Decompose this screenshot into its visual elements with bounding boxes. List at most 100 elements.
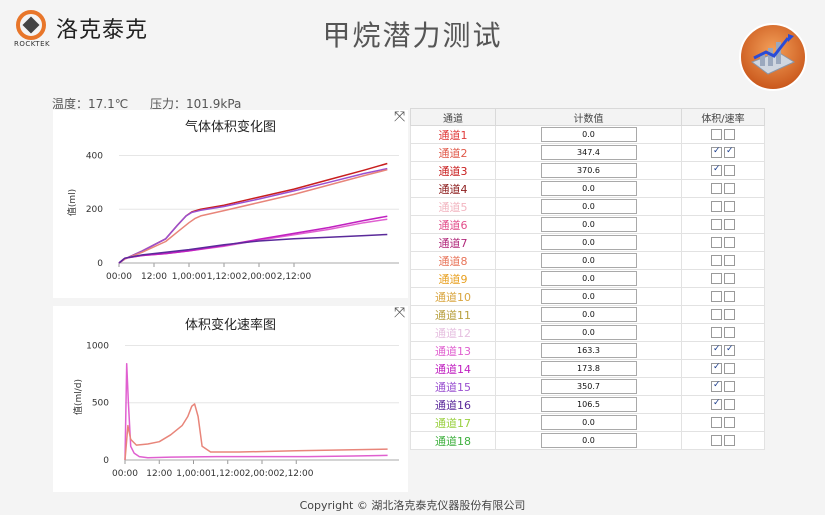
- table-row: 通道9 0.0: [410, 269, 765, 288]
- expand-volume-chart-icon[interactable]: ⤧: [394, 110, 405, 124]
- volume-checkbox[interactable]: [711, 362, 722, 374]
- count-value-field[interactable]: 0.0: [540, 217, 637, 232]
- volume-checkbox[interactable]: [711, 308, 722, 320]
- rate-checkbox[interactable]: [724, 182, 735, 194]
- count-value-field[interactable]: 173.8: [540, 361, 637, 376]
- x-tick-label: 2,12:00: [277, 272, 312, 282]
- table-row: 通道18 0.0: [410, 431, 765, 450]
- rate-checkbox[interactable]: [724, 272, 735, 284]
- rate-checkbox[interactable]: [724, 308, 735, 320]
- channel-name: 通道10: [410, 287, 496, 306]
- volume-checkbox[interactable]: [711, 146, 722, 158]
- x-tick-label: 00:00: [106, 272, 132, 282]
- count-value-field[interactable]: 370.6: [540, 163, 637, 178]
- table-row: 通道6 0.0: [410, 215, 765, 234]
- count-value-field[interactable]: 106.5: [540, 397, 637, 412]
- rate-checkbox[interactable]: [724, 236, 735, 248]
- y-axis-label: 值(ml): [66, 189, 78, 216]
- series-line-1: [118, 167, 388, 264]
- count-value-field[interactable]: 0.0: [540, 271, 637, 286]
- channel-table: 通道 计数值 体积/速率 通道1 0.0 通道2 347.4 通道3 370.6 通道4 0.…: [410, 108, 765, 450]
- count-value-field[interactable]: 0.0: [540, 415, 637, 430]
- count-value-field[interactable]: 0.0: [540, 307, 637, 322]
- table-row: 通道7 0.0: [410, 233, 765, 252]
- channel-name: 通道14: [410, 359, 496, 378]
- count-cell: 370.6: [495, 161, 682, 180]
- volume-rate-cell: [681, 269, 765, 288]
- rate-checkbox[interactable]: [724, 326, 735, 338]
- volume-checkbox[interactable]: [711, 380, 722, 392]
- volume-checkbox[interactable]: [711, 434, 722, 446]
- x-tick-label: 1,12:00: [210, 469, 245, 479]
- volume-checkbox[interactable]: [711, 164, 722, 176]
- table-row: 通道13 163.3: [410, 341, 765, 360]
- volume-rate-cell: [681, 161, 765, 180]
- x-tick-label: 12:00: [141, 272, 167, 282]
- series-line-0: [124, 363, 388, 461]
- channel-name: 通道3: [410, 161, 496, 180]
- volume-checkbox[interactable]: [711, 218, 722, 230]
- count-value-field[interactable]: 0.0: [540, 325, 637, 340]
- rate-checkbox[interactable]: [724, 362, 735, 374]
- volume-checkbox[interactable]: [711, 272, 722, 284]
- channel-name: 通道2: [410, 143, 496, 162]
- rate-checkbox[interactable]: [724, 380, 735, 392]
- volume-rate-cell: [681, 341, 765, 360]
- rate-checkbox[interactable]: [724, 434, 735, 446]
- count-value-field[interactable]: 0.0: [540, 289, 637, 304]
- rate-checkbox[interactable]: [724, 254, 735, 266]
- count-cell: 0.0: [495, 251, 682, 270]
- y-tick-label: 200: [86, 205, 103, 215]
- rate-checkbox[interactable]: [724, 164, 735, 176]
- chart-app-icon[interactable]: [738, 22, 808, 92]
- count-value-field[interactable]: 0.0: [540, 199, 637, 214]
- volume-checkbox[interactable]: [711, 416, 722, 428]
- count-value-field[interactable]: 0.0: [540, 433, 637, 448]
- count-value-field[interactable]: 0.0: [540, 127, 637, 142]
- rate-checkbox[interactable]: [724, 218, 735, 230]
- rate-checkbox[interactable]: [724, 200, 735, 212]
- volume-checkbox[interactable]: [711, 254, 722, 266]
- x-tick-label: 2,00:00: [242, 272, 277, 282]
- rate-checkbox[interactable]: [724, 290, 735, 302]
- count-value-field[interactable]: 0.0: [540, 181, 637, 196]
- channel-name: 通道9: [410, 269, 496, 288]
- x-tick-label: 1,12:00: [207, 272, 242, 282]
- series-line-4: [118, 215, 388, 264]
- volume-checkbox[interactable]: [711, 182, 722, 194]
- series-line-1: [124, 403, 388, 461]
- volume-checkbox[interactable]: [711, 128, 722, 140]
- table-row: 通道4 0.0: [410, 179, 765, 198]
- count-value-field[interactable]: 347.4: [540, 145, 637, 160]
- volume-checkbox[interactable]: [711, 344, 722, 356]
- count-cell: 0.0: [495, 287, 682, 306]
- rate-checkbox[interactable]: [724, 146, 735, 158]
- channel-name: 通道11: [410, 305, 496, 324]
- volume-checkbox[interactable]: [711, 290, 722, 302]
- volume-checkbox[interactable]: [711, 398, 722, 410]
- table-row: 通道12 0.0: [410, 323, 765, 342]
- rate-checkbox[interactable]: [724, 128, 735, 140]
- rate-checkbox[interactable]: [724, 398, 735, 410]
- volume-checkbox[interactable]: [711, 200, 722, 212]
- header-count: 计数值: [495, 108, 682, 126]
- count-value-field[interactable]: 350.7: [540, 379, 637, 394]
- channel-name: 通道5: [410, 197, 496, 216]
- channel-name: 通道8: [410, 251, 496, 270]
- volume-checkbox[interactable]: [711, 236, 722, 248]
- channel-name: 通道1: [410, 125, 496, 144]
- rate-checkbox[interactable]: [724, 416, 735, 428]
- volume-chart-panel: 气体体积变化图 0 200 400 00:00 12:00 1,00:00 1,12:00 2…: [53, 110, 408, 298]
- expand-rate-chart-icon[interactable]: ⤧: [394, 306, 405, 320]
- table-row: 通道5 0.0: [410, 197, 765, 216]
- count-value-field[interactable]: 163.3: [540, 343, 637, 358]
- table-row: 通道17 0.0: [410, 413, 765, 432]
- x-tick-label: 1,00:00: [176, 469, 211, 479]
- volume-rate-cell: [681, 179, 765, 198]
- count-value-field[interactable]: 0.0: [540, 235, 637, 250]
- volume-rate-cell: [681, 125, 765, 144]
- count-value-field[interactable]: 0.0: [540, 253, 637, 268]
- rate-checkbox[interactable]: [724, 344, 735, 356]
- volume-checkbox[interactable]: [711, 326, 722, 338]
- count-cell: 0.0: [495, 323, 682, 342]
